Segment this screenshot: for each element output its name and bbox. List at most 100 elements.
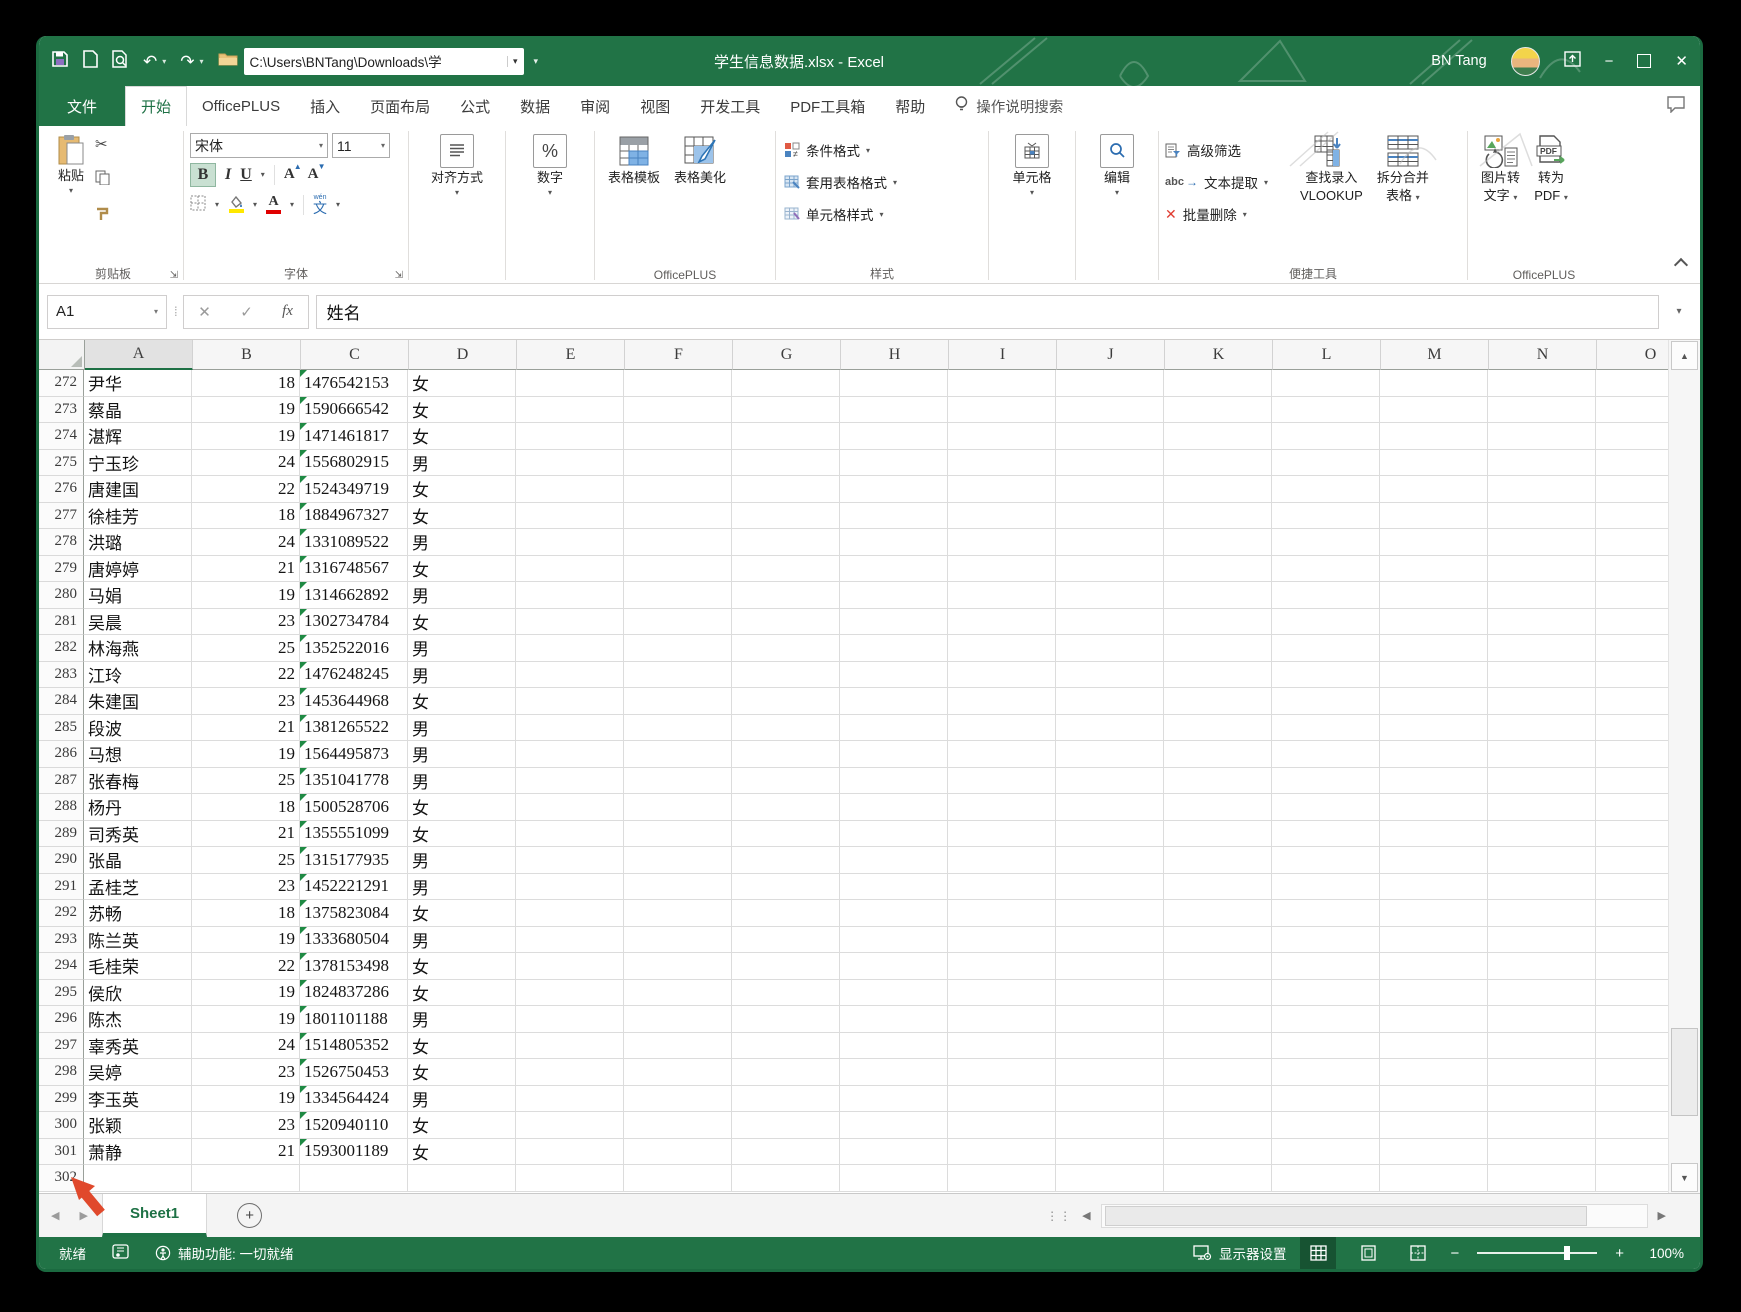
cell-L299[interactable]	[1272, 1086, 1380, 1113]
cell-O273[interactable]	[1596, 397, 1669, 424]
scroll-left-icon[interactable]: ◀	[1082, 1209, 1090, 1222]
advanced-filter-button[interactable]: 高级筛选	[1165, 137, 1293, 163]
cell-A284[interactable]: 朱建国	[84, 688, 192, 715]
cell-H295[interactable]	[840, 980, 948, 1007]
cell-E275[interactable]	[516, 450, 624, 477]
cell-C286[interactable]: 1564495873	[300, 741, 408, 768]
cell-D293[interactable]: 男	[408, 927, 516, 954]
cell-J301[interactable]	[1056, 1139, 1164, 1166]
cell-G286[interactable]	[732, 741, 840, 768]
cell-B298[interactable]: 23	[192, 1059, 300, 1086]
cell-G272[interactable]	[732, 370, 840, 397]
cell-N275[interactable]	[1488, 450, 1596, 477]
vlookup-button[interactable]: 查找录入 VLOOKUP	[1293, 131, 1370, 208]
cell-L291[interactable]	[1272, 874, 1380, 901]
zoom-in-icon[interactable]: +	[1615, 1245, 1624, 1262]
cell-K277[interactable]	[1164, 503, 1272, 530]
cell-E280[interactable]	[516, 582, 624, 609]
cell-B291[interactable]: 23	[192, 874, 300, 901]
cell-C290[interactable]: 1315177935	[300, 847, 408, 874]
cell-M295[interactable]	[1380, 980, 1488, 1007]
cell-C273[interactable]: 1590666542	[300, 397, 408, 424]
cell-F293[interactable]	[624, 927, 732, 954]
borders-caret-icon[interactable]: ▾	[215, 200, 219, 209]
cell-H299[interactable]	[840, 1086, 948, 1113]
cell-H275[interactable]	[840, 450, 948, 477]
cell-M280[interactable]	[1380, 582, 1488, 609]
row-header-285[interactable]: 285	[39, 715, 84, 742]
cell-B276[interactable]: 22	[192, 476, 300, 503]
cell-A272[interactable]: 尹华	[84, 370, 192, 397]
cell-I299[interactable]	[948, 1086, 1056, 1113]
comments-icon[interactable]	[1666, 95, 1686, 118]
cell-L302[interactable]	[1272, 1165, 1380, 1192]
cell-N298[interactable]	[1488, 1059, 1596, 1086]
cell-J296[interactable]	[1056, 1006, 1164, 1033]
cell-N300[interactable]	[1488, 1112, 1596, 1139]
cell-M292[interactable]	[1380, 900, 1488, 927]
cell-F279[interactable]	[624, 556, 732, 583]
cell-A290[interactable]: 张晶	[84, 847, 192, 874]
cell-J273[interactable]	[1056, 397, 1164, 424]
cell-D291[interactable]: 男	[408, 874, 516, 901]
cell-A289[interactable]: 司秀英	[84, 821, 192, 848]
cell-E286[interactable]	[516, 741, 624, 768]
cell-C278[interactable]: 1331089522	[300, 529, 408, 556]
cell-D282[interactable]: 男	[408, 635, 516, 662]
cell-N279[interactable]	[1488, 556, 1596, 583]
cell-D290[interactable]: 男	[408, 847, 516, 874]
cell-M302[interactable]	[1380, 1165, 1488, 1192]
cell-F280[interactable]	[624, 582, 732, 609]
cell-H298[interactable]	[840, 1059, 948, 1086]
cell-K272[interactable]	[1164, 370, 1272, 397]
cell-A278[interactable]: 洪璐	[84, 529, 192, 556]
row-header-298[interactable]: 298	[39, 1059, 84, 1086]
cell-M274[interactable]	[1380, 423, 1488, 450]
row-header-272[interactable]: 272	[39, 370, 84, 397]
cell-J291[interactable]	[1056, 874, 1164, 901]
cell-N295[interactable]	[1488, 980, 1596, 1007]
cell-J287[interactable]	[1056, 768, 1164, 795]
open-folder-icon[interactable]	[218, 51, 238, 72]
cells-button[interactable]: 单元格 ▾	[1005, 131, 1058, 201]
cell-J289[interactable]	[1056, 821, 1164, 848]
page-layout-view-button[interactable]	[1350, 1237, 1386, 1269]
cell-styles-button[interactable]: 单元格样式 ▾	[784, 201, 897, 227]
cell-N278[interactable]	[1488, 529, 1596, 556]
cell-O281[interactable]	[1596, 609, 1669, 636]
cell-C294[interactable]: 1378153498	[300, 953, 408, 980]
cell-E301[interactable]	[516, 1139, 624, 1166]
cell-D302[interactable]	[408, 1165, 516, 1192]
cell-A295[interactable]: 侯欣	[84, 980, 192, 1007]
decrease-font-button[interactable]: A▼	[308, 166, 319, 183]
cell-G301[interactable]	[732, 1139, 840, 1166]
cell-C298[interactable]: 1526750453	[300, 1059, 408, 1086]
cell-L295[interactable]	[1272, 980, 1380, 1007]
zoom-level[interactable]: 100%	[1638, 1246, 1684, 1261]
font-name-combo[interactable]: 宋体 ▾	[190, 133, 328, 158]
cell-H273[interactable]	[840, 397, 948, 424]
cell-I302[interactable]	[948, 1165, 1056, 1192]
column-header-G[interactable]: G	[733, 340, 841, 370]
cell-H278[interactable]	[840, 529, 948, 556]
cell-F272[interactable]	[624, 370, 732, 397]
column-header-L[interactable]: L	[1273, 340, 1381, 370]
column-header-F[interactable]: F	[625, 340, 733, 370]
row-header-289[interactable]: 289	[39, 821, 84, 848]
cell-O277[interactable]	[1596, 503, 1669, 530]
cell-K276[interactable]	[1164, 476, 1272, 503]
insert-function-icon[interactable]: fx	[282, 303, 293, 320]
cell-B278[interactable]: 24	[192, 529, 300, 556]
cell-O283[interactable]	[1596, 662, 1669, 689]
cell-A291[interactable]: 孟桂芝	[84, 874, 192, 901]
cell-B293[interactable]: 19	[192, 927, 300, 954]
cell-D272[interactable]: 女	[408, 370, 516, 397]
cell-B277[interactable]: 18	[192, 503, 300, 530]
cell-M286[interactable]	[1380, 741, 1488, 768]
row-header-283[interactable]: 283	[39, 662, 84, 689]
cell-M285[interactable]	[1380, 715, 1488, 742]
row-header-287[interactable]: 287	[39, 768, 84, 795]
cell-G275[interactable]	[732, 450, 840, 477]
cell-I292[interactable]	[948, 900, 1056, 927]
split-merge-button[interactable]: 拆分合并 表格 ▾	[1370, 131, 1436, 208]
